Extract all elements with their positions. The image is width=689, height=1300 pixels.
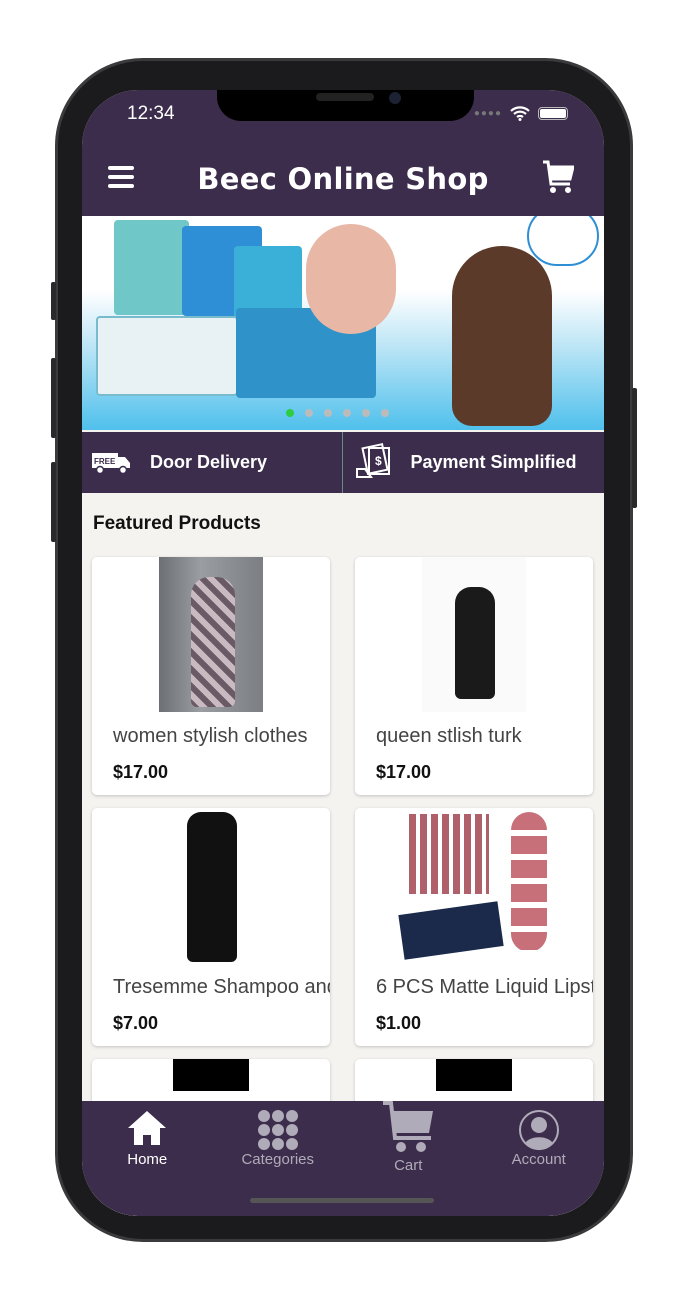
brand-logo	[527, 216, 599, 266]
product-card[interactable]: 6 PCS Matte Liquid Lipstick $1.00	[355, 808, 593, 1046]
mute-switch	[51, 282, 56, 320]
volume-down-button	[51, 462, 56, 542]
product-image	[159, 557, 263, 712]
status-time: 12:34	[127, 103, 175, 124]
signal-icon: ●●●●	[473, 108, 502, 119]
feature-label: Door Delivery	[150, 452, 268, 472]
svg-text:$: $	[375, 454, 382, 468]
diaper-pack-image	[96, 316, 238, 396]
grid-icon	[257, 1110, 298, 1150]
app-title: Beec Online Shop	[197, 162, 489, 196]
product-image	[436, 1059, 512, 1091]
product-name: 6 PCS Matte Liquid Lipstick	[376, 976, 593, 998]
power-button	[632, 388, 637, 508]
account-icon	[518, 1110, 559, 1151]
tab-home[interactable]: Home	[82, 1101, 213, 1216]
promo-banner-carousel[interactable]	[82, 216, 604, 430]
tab-label: Account	[511, 1151, 566, 1168]
cash-payment-icon: $	[355, 442, 390, 478]
product-image	[422, 557, 526, 712]
screen: 12:34 ●●●● Beec Online Shop FREE Door De…	[82, 90, 604, 1216]
feature-door-delivery: FREE Door Delivery	[82, 432, 342, 493]
home-icon	[128, 1111, 167, 1145]
tab-label: Cart	[394, 1157, 423, 1174]
product-image	[159, 808, 263, 963]
cart-icon	[383, 1101, 434, 1152]
product-name: queen stlish turk	[376, 725, 522, 747]
status-icons: ●●●●	[474, 106, 568, 121]
product-card[interactable]: women stylish clothes $17.00	[92, 557, 330, 795]
cart-icon[interactable]	[542, 160, 574, 194]
product-name: women stylish clothes	[113, 725, 308, 747]
diaper-pack-image	[114, 220, 189, 315]
tab-account[interactable]: Account	[474, 1101, 605, 1216]
svg-text:FREE: FREE	[94, 457, 116, 466]
wifi-icon	[510, 106, 530, 121]
notch	[217, 90, 474, 121]
battery-icon	[538, 107, 568, 120]
feature-payment-simplified: $ Payment Simplified	[341, 432, 605, 493]
plush-toy-image	[306, 224, 396, 334]
carousel-indicator[interactable]	[286, 409, 389, 417]
product-image	[173, 1059, 249, 1091]
baby-image	[452, 246, 552, 426]
product-card[interactable]: Tresemme Shampoo and Conditioner $7.00	[92, 808, 330, 1046]
section-title: Featured Products	[93, 513, 261, 534]
tab-label: Categories	[241, 1151, 315, 1168]
feature-label: Payment Simplified	[410, 452, 577, 472]
product-image	[395, 808, 555, 963]
product-price: $17.00	[376, 762, 432, 782]
volume-up-button	[51, 358, 56, 438]
product-card[interactable]: queen stlish turk $17.00	[355, 557, 593, 795]
product-name: Tresemme Shampoo and Conditioner	[113, 976, 330, 998]
delivery-truck-icon: FREE	[92, 452, 130, 474]
product-price: $7.00	[113, 1013, 159, 1033]
product-price: $17.00	[113, 762, 169, 782]
home-indicator[interactable]	[250, 1198, 434, 1203]
features-bar: FREE Door Delivery $ Payment Simplified	[82, 432, 604, 493]
tab-label: Home	[127, 1151, 168, 1168]
product-price: $1.00	[376, 1013, 422, 1033]
